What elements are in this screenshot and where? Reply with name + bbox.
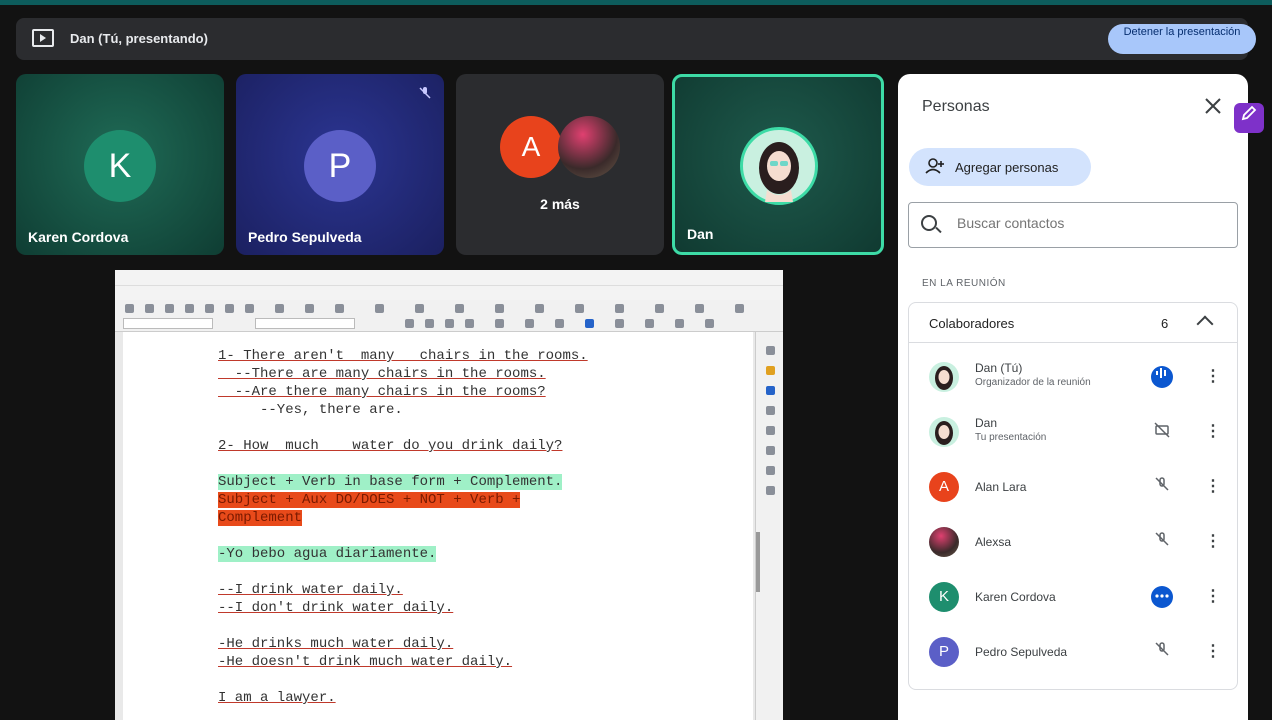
document-menubar — [115, 286, 783, 300]
participant-row[interactable]: Alexsa ⋮ — [909, 516, 1237, 571]
participant-tile-karen[interactable]: K Karen Cordova — [16, 74, 224, 255]
collaborators-list: Colaboradores 6 Dan (Tú) Organizador de … — [908, 302, 1238, 690]
participant-tile-pedro[interactable]: P Pedro Sepulveda — [236, 74, 444, 255]
participant-row[interactable]: Dan (Tú) Organizador de la reunión ⋮ — [909, 351, 1237, 406]
speaking-icon — [1151, 366, 1173, 388]
document-sidebar — [755, 332, 783, 720]
participant-row[interactable]: K Karen Cordova ⋮ — [909, 571, 1237, 626]
doc-line: I am a lawyer. — [218, 690, 336, 706]
mic-off-icon — [1151, 531, 1173, 553]
add-people-label: Agregar personas — [955, 160, 1059, 175]
more-options-icon[interactable]: ⋮ — [1205, 476, 1221, 496]
section-label: EN LA REUNIÓN — [922, 278, 1006, 289]
participant-tile-dan[interactable]: Dan — [672, 74, 884, 255]
top-accent-line — [0, 0, 1272, 5]
audio-activity-icon — [1151, 586, 1173, 608]
document-titlebar — [115, 270, 783, 286]
stop-presenting-button[interactable]: Detener la presentación — [1108, 24, 1256, 54]
doc-line: -Yo bebo agua diariamente. — [218, 546, 437, 562]
participant-name: Karen Cordova — [28, 229, 129, 245]
avatar — [929, 527, 959, 557]
participant-tile-more[interactable]: A 2 más — [456, 74, 664, 255]
more-options-icon[interactable]: ⋮ — [1205, 531, 1221, 551]
avatar — [740, 127, 818, 205]
doc-line: --There are many chairs in the rooms. — [218, 366, 546, 382]
participant-name: Karen Cordova — [975, 590, 1056, 604]
collaborators-header[interactable]: Colaboradores 6 — [909, 303, 1237, 343]
doc-line: 2- How much water do you drink daily? — [218, 438, 563, 454]
document-scrollbar[interactable] — [756, 532, 760, 592]
avatar — [929, 417, 959, 447]
doc-line: Subject + Aux DO/DOES + NOT + Verb + — [218, 492, 521, 508]
add-people-button[interactable]: Agregar personas — [909, 148, 1091, 186]
presenting-label: Dan (Tú, presentando) — [70, 31, 208, 46]
doc-line: -He drinks much water daily. — [218, 636, 454, 652]
mic-off-icon — [1151, 641, 1173, 663]
participant-name: Dan (Tú) — [975, 361, 1023, 375]
participant-row[interactable]: Dan Tu presentación ⋮ — [909, 406, 1237, 461]
add-person-icon — [925, 158, 945, 178]
search-icon — [921, 215, 937, 231]
participant-name: Dan — [687, 226, 714, 242]
mic-off-icon — [1151, 476, 1173, 498]
group-count: 6 — [1161, 316, 1169, 331]
avatar — [558, 116, 620, 178]
doc-line: --I drink water daily. — [218, 582, 403, 598]
more-options-icon[interactable]: ⋮ — [1205, 641, 1221, 661]
avatar: P — [929, 637, 959, 667]
doc-line: 1- There aren't many chairs in the rooms… — [218, 348, 588, 364]
avatar: A — [500, 116, 562, 178]
document-page-area[interactable]: 1- There aren't many chairs in the rooms… — [115, 332, 783, 720]
participant-name: Alexsa — [975, 535, 1012, 549]
more-options-icon[interactable]: ⋮ — [1205, 586, 1221, 606]
search-contacts[interactable] — [908, 202, 1238, 248]
participant-role: Organizador de la reunión — [975, 377, 1091, 388]
avatar: A — [929, 472, 959, 502]
group-label: Colaboradores — [929, 316, 1015, 331]
doc-line: --Yes, there are. — [218, 402, 403, 418]
more-options-icon[interactable]: ⋮ — [1205, 421, 1221, 441]
participant-row[interactable]: P Pedro Sepulveda ⋮ — [909, 626, 1237, 681]
panel-title: Personas — [922, 98, 990, 115]
presenting-bar: Dan (Tú, presentando) Detener la present… — [16, 18, 1256, 60]
participant-name: Dan — [975, 416, 998, 430]
document-page: 1- There aren't many chairs in the rooms… — [123, 332, 753, 720]
shared-document-window: 1- There aren't many chairs in the rooms… — [115, 270, 783, 720]
avatar: P — [304, 130, 376, 202]
participant-row[interactable]: A Alan Lara ⋮ — [909, 461, 1237, 516]
avatar: K — [84, 130, 156, 202]
document-toolbar — [115, 300, 783, 332]
participant-name: Pedro Sepulveda — [975, 645, 1068, 659]
mic-off-icon — [418, 86, 432, 100]
chevron-up-icon — [1196, 315, 1214, 333]
more-options-icon[interactable]: ⋮ — [1205, 366, 1221, 386]
doc-line: Subject + Verb in base form + Complement… — [218, 474, 563, 490]
search-input[interactable] — [957, 215, 1217, 231]
doc-line: -He doesn't drink much water daily. — [218, 654, 513, 670]
meet-window: Dan (Tú, presentando) Detener la present… — [0, 0, 1272, 720]
avatar: K — [929, 582, 959, 612]
doc-line: Complement — [218, 510, 303, 526]
close-icon[interactable] — [1204, 94, 1222, 122]
participant-name: Alan Lara — [975, 480, 1027, 494]
doc-line: --Are there many chairs in the rooms? — [218, 384, 546, 400]
participant-role: Tu presentación — [975, 432, 1047, 443]
participant-name: Pedro Sepulveda — [248, 229, 362, 245]
avatar — [929, 362, 959, 392]
doc-line: --I don't drink water daily. — [218, 600, 454, 616]
present-screen-icon — [32, 29, 54, 47]
people-panel: Personas Agregar personas EN LA REUNIÓN … — [898, 74, 1248, 720]
pen-annotation-icon[interactable] — [1234, 103, 1264, 133]
more-participants-label: 2 más — [540, 196, 580, 212]
presentation-audio-off-icon — [1151, 421, 1173, 443]
